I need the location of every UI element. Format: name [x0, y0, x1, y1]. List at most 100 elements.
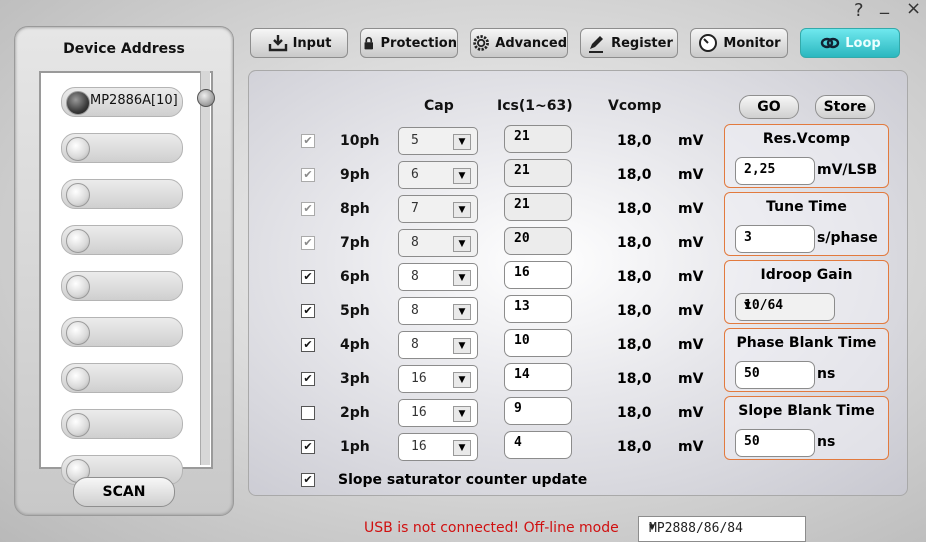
phase-label: 3ph: [340, 371, 370, 387]
cap-select[interactable]: 5 ▼: [398, 127, 478, 155]
lock-icon: [364, 36, 374, 50]
phase-checkbox[interactable]: ✔: [301, 270, 315, 284]
phase-checkbox[interactable]: ✔: [301, 338, 315, 352]
vcomp-unit: mV: [678, 167, 704, 183]
device-slot[interactable]: [61, 271, 183, 301]
cap-value: 8: [411, 235, 419, 250]
minimize-button[interactable]: _: [880, 0, 889, 15]
download-tray-icon: [268, 35, 287, 52]
phase-label: 1ph: [340, 439, 370, 455]
setting-unit: s/phase: [817, 230, 878, 246]
device-address-panel: Device Address MP2886A[10] SCAN: [14, 26, 234, 516]
cap-value: 6: [411, 167, 419, 182]
device-list-scrollbar[interactable]: [200, 71, 210, 465]
cap-value: 16: [411, 371, 427, 386]
cap-select[interactable]: 7 ▼: [398, 195, 478, 223]
cap-select[interactable]: 16 ▼: [398, 365, 478, 393]
chevron-down-icon: ▼: [649, 522, 656, 533]
phase-checkbox[interactable]: [301, 406, 315, 420]
model-select[interactable]: MP2888/86/84 ▼: [638, 516, 806, 542]
ics-input[interactable]: 20: [504, 227, 572, 255]
close-button[interactable]: ×: [906, 0, 921, 19]
vcomp-value: 18,0: [617, 371, 652, 387]
device-slot[interactable]: [61, 409, 183, 439]
setting-input[interactable]: 2,25: [735, 157, 815, 185]
phase-checkbox[interactable]: ✔: [301, 372, 315, 386]
device-slot[interactable]: [61, 225, 183, 255]
phase-label: 10ph: [340, 133, 380, 149]
tab-label: Loop: [845, 35, 881, 51]
vcomp-unit: mV: [678, 439, 704, 455]
device-slot[interactable]: [61, 179, 183, 209]
chevron-down-icon: ▼: [453, 440, 471, 456]
phase-checkbox: ✔: [301, 236, 315, 250]
vcomp-unit: mV: [678, 405, 704, 421]
tab-protection[interactable]: Protection: [360, 28, 458, 58]
setting-title: Res.Vcomp: [762, 131, 851, 147]
store-button[interactable]: Store: [815, 95, 875, 119]
ics-value: 21: [514, 163, 530, 178]
ics-input[interactable]: 14: [504, 363, 572, 391]
slope-update-checkbox[interactable]: ✔: [301, 473, 315, 487]
setting-group: Slope Blank Time 50 ns: [724, 396, 889, 460]
device-slot[interactable]: MP2886A[10]: [61, 87, 183, 117]
ics-input[interactable]: 21: [504, 159, 572, 187]
setting-value: 2,25: [744, 162, 776, 177]
cap-select[interactable]: 8 ▼: [398, 331, 478, 359]
vcomp-value: 18,0: [617, 439, 652, 455]
scan-button[interactable]: SCAN: [73, 477, 175, 507]
device-status-indicator: [66, 367, 90, 391]
chevron-down-icon: ▼: [744, 298, 751, 311]
cap-value: 16: [411, 439, 427, 454]
pen-icon: [589, 36, 604, 53]
phase-label: 2ph: [340, 405, 370, 421]
ics-value: 21: [514, 129, 530, 144]
scrollbar-thumb[interactable]: [197, 89, 215, 107]
cap-select[interactable]: 8 ▼: [398, 297, 478, 325]
tab-label: Input: [292, 35, 332, 51]
cap-select[interactable]: 6 ▼: [398, 161, 478, 189]
device-status-indicator: [66, 229, 90, 253]
device-status-indicator: [66, 91, 90, 115]
setting-input[interactable]: 3: [735, 225, 815, 253]
ics-input[interactable]: 21: [504, 193, 572, 221]
ics-input[interactable]: 10: [504, 329, 572, 357]
vcomp-value: 18,0: [617, 405, 652, 421]
setting-select[interactable]: 10/64 ▼: [735, 293, 835, 321]
vcomp-unit: mV: [678, 371, 704, 387]
tab-register[interactable]: Register: [580, 28, 678, 58]
device-slot[interactable]: [61, 133, 183, 163]
tab-loop[interactable]: Loop: [800, 28, 900, 58]
ics-input[interactable]: 16: [504, 261, 572, 289]
vcomp-unit: mV: [678, 235, 704, 251]
phase-label: 9ph: [340, 167, 370, 183]
phase-checkbox[interactable]: ✔: [301, 440, 315, 454]
gauge-icon: [699, 34, 718, 52]
ics-input[interactable]: 4: [504, 431, 572, 459]
vcomp-unit: mV: [678, 269, 704, 285]
cap-select[interactable]: 8 ▼: [398, 229, 478, 257]
phase-checkbox[interactable]: ✔: [301, 304, 315, 318]
cap-select[interactable]: 16 ▼: [398, 433, 478, 461]
chevron-down-icon: ▼: [453, 304, 471, 320]
device-slot[interactable]: [61, 317, 183, 347]
go-button[interactable]: GO: [739, 95, 799, 119]
setting-input[interactable]: 50: [735, 361, 815, 389]
cap-select[interactable]: 8 ▼: [398, 263, 478, 291]
device-status-indicator: [66, 413, 90, 437]
cap-select[interactable]: 16 ▼: [398, 399, 478, 427]
gear-icon: [473, 35, 489, 51]
tab-monitor[interactable]: Monitor: [690, 28, 788, 58]
setting-input[interactable]: 50: [735, 429, 815, 457]
device-slot[interactable]: [61, 363, 183, 393]
tab-advanced[interactable]: Advanced: [470, 28, 568, 58]
ics-input[interactable]: 13: [504, 295, 572, 323]
tab-input[interactable]: Input: [250, 28, 348, 58]
ics-input[interactable]: 9: [504, 397, 572, 425]
ics-value: 10: [514, 333, 530, 348]
tab-label: Register: [611, 35, 673, 51]
ics-value: 13: [514, 299, 530, 314]
ics-input[interactable]: 21: [504, 125, 572, 153]
setting-title: Idroop Gain: [760, 267, 853, 283]
help-button[interactable]: ?: [854, 0, 864, 21]
